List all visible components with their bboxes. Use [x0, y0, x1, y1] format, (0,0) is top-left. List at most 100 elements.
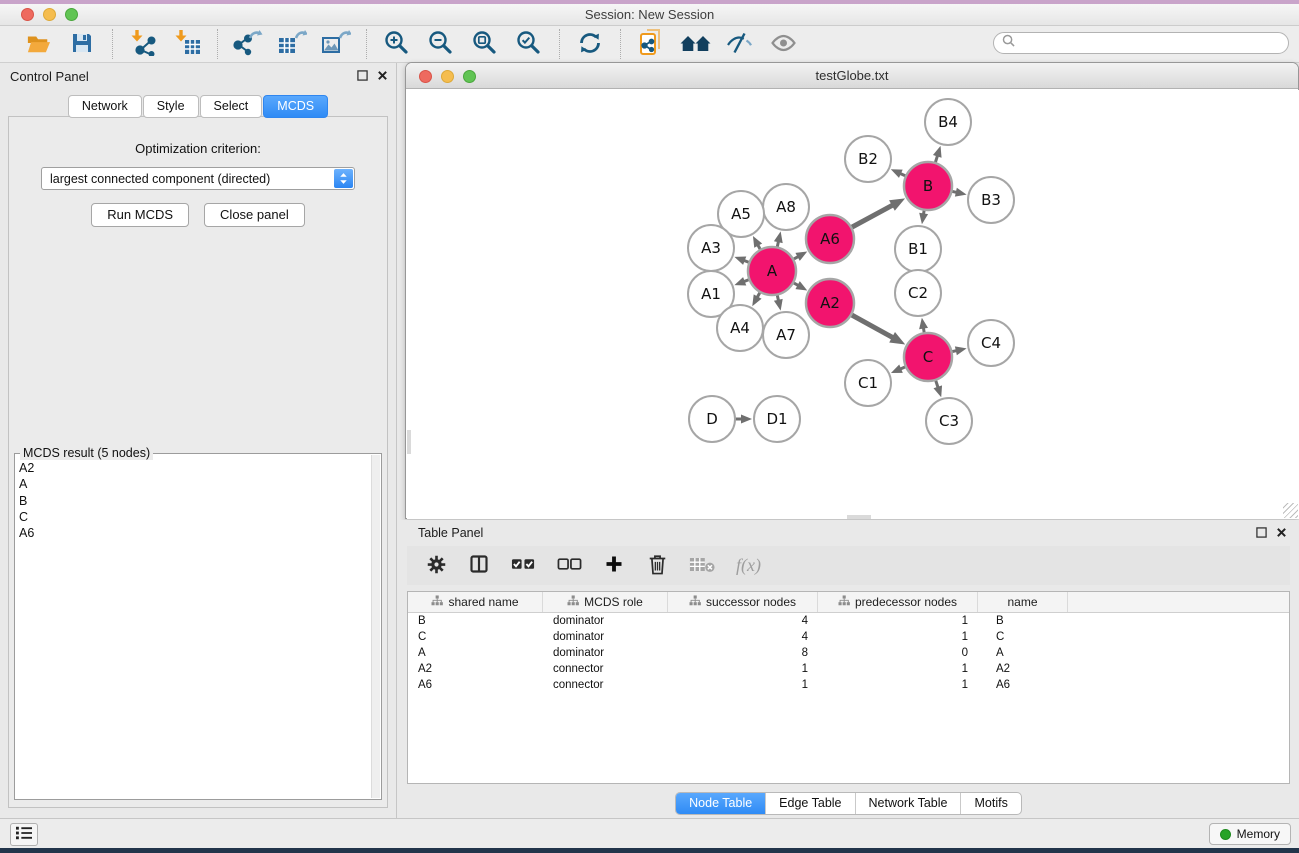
column-header-successor-nodes[interactable]: successor nodes — [668, 592, 818, 612]
network-canvas[interactable]: B4B2BB3A8A5A6B1A3AC2A1A2A4A7C4CC1C3DD1 — [407, 90, 1299, 519]
column-header-predecessor-nodes[interactable]: predecessor nodes — [818, 592, 978, 612]
refresh-button[interactable] — [573, 29, 607, 59]
mcds-result-item[interactable]: A — [19, 476, 370, 492]
graph-node-C1[interactable]: C1 — [845, 360, 891, 406]
table-row[interactable]: Adominator80A — [408, 645, 1289, 661]
graph-node-A[interactable]: A — [748, 247, 796, 295]
graph-node-A2[interactable]: A2 — [806, 279, 854, 327]
network-window-titlebar[interactable]: testGlobe.txt — [406, 63, 1298, 89]
zoom-in-button[interactable] — [380, 29, 414, 59]
float-table-panel-icon[interactable] — [1256, 525, 1267, 543]
table-cell: 4 — [668, 613, 818, 629]
search-input[interactable] — [993, 32, 1289, 54]
session-network-doc-button[interactable] — [634, 29, 668, 59]
graph-node-C3[interactable]: C3 — [926, 398, 972, 444]
zoom-fit-button[interactable] — [468, 29, 502, 59]
float-panel-icon[interactable] — [357, 68, 368, 86]
tab-network-table[interactable]: Network Table — [855, 793, 961, 814]
graph-node-B4[interactable]: B4 — [925, 99, 971, 145]
select-all-check-button[interactable] — [511, 553, 536, 579]
optimization-criterion-dropdown[interactable]: largest connected component (directed) — [41, 167, 355, 190]
desktop-strip-bottom — [0, 848, 1299, 853]
graph-node-B2[interactable]: B2 — [845, 136, 891, 182]
graph-node-A4[interactable]: A4 — [717, 305, 763, 351]
table-cell: A2 — [978, 661, 1068, 677]
run-mcds-button[interactable]: Run MCDS — [91, 203, 189, 227]
column-header-shared-name[interactable]: shared name — [408, 592, 543, 612]
graph-node-A6[interactable]: A6 — [806, 215, 854, 263]
table-cell: A — [408, 645, 543, 661]
table-cell: C — [408, 629, 543, 645]
graph-node-D1[interactable]: D1 — [754, 396, 800, 442]
table-row[interactable]: Cdominator41C — [408, 629, 1289, 645]
export-image-button[interactable] — [319, 29, 353, 59]
column-header-label: successor nodes — [706, 595, 796, 609]
tab-select[interactable]: Select — [200, 95, 263, 118]
graph-node-label: C4 — [981, 334, 1001, 352]
memory-button[interactable]: Memory — [1209, 823, 1291, 845]
window-resize-grip[interactable] — [1283, 503, 1298, 518]
graph-node-C4[interactable]: C4 — [968, 320, 1014, 366]
column-header-MCDS-role[interactable]: MCDS role — [543, 592, 668, 612]
function-builder-button: f(x) — [736, 553, 761, 579]
open-folder-button[interactable] — [21, 29, 55, 59]
eye-button[interactable] — [766, 29, 800, 59]
result-scrollbar[interactable] — [371, 455, 380, 798]
list-icon — [15, 825, 33, 844]
arrowhead-icon — [919, 213, 928, 225]
close-panel-icon[interactable] — [377, 68, 388, 86]
network-window-title: testGlobe.txt — [406, 68, 1298, 83]
mcds-result-title: MCDS result (5 nodes) — [20, 446, 153, 460]
mcds-result-item[interactable]: B — [19, 493, 370, 509]
show-panels-button[interactable] — [10, 823, 38, 846]
mcds-result-item[interactable]: A6 — [19, 525, 370, 541]
table-row[interactable]: Bdominator41B — [408, 613, 1289, 629]
close-panel-button[interactable]: Close panel — [204, 203, 305, 227]
graph-node-A3[interactable]: A3 — [688, 225, 734, 271]
graph-node-label: A4 — [730, 319, 750, 337]
table-cell: A — [978, 645, 1068, 661]
table-cell: connector — [543, 661, 668, 677]
mcds-result-item[interactable]: C — [19, 509, 370, 525]
export-table-button[interactable] — [275, 29, 309, 59]
graph-node-B1[interactable]: B1 — [895, 226, 941, 272]
add-row-icon — [604, 554, 624, 577]
table-cell: dominator — [543, 629, 668, 645]
export-network-button[interactable] — [231, 29, 265, 59]
eye-slash-button[interactable] — [722, 29, 756, 59]
graph-node-B[interactable]: B — [904, 162, 952, 210]
home-pair-button[interactable] — [678, 29, 712, 59]
delete-row-button[interactable] — [646, 553, 668, 579]
graph-node-B3[interactable]: B3 — [968, 177, 1014, 223]
tab-motifs[interactable]: Motifs — [960, 793, 1020, 814]
close-table-panel-icon[interactable] — [1276, 525, 1287, 543]
table-row[interactable]: A6connector11A6 — [408, 677, 1289, 693]
graph-node-C2[interactable]: C2 — [895, 270, 941, 316]
tab-node-table[interactable]: Node Table — [676, 793, 765, 814]
import-table-button[interactable] — [170, 29, 204, 59]
save-button[interactable] — [65, 29, 99, 59]
import-network-button[interactable] — [126, 29, 160, 59]
gear-button[interactable] — [425, 553, 447, 579]
unselect-all-check-button[interactable] — [557, 553, 582, 579]
tab-network[interactable]: Network — [68, 95, 142, 118]
column-header-name[interactable]: name — [978, 592, 1068, 612]
table-cell: dominator — [543, 613, 668, 629]
mcds-result-item[interactable]: A2 — [19, 460, 370, 476]
table-cell: 1 — [668, 677, 818, 693]
open-folder-icon — [25, 31, 52, 58]
graph-node-A8[interactable]: A8 — [763, 184, 809, 230]
add-row-button[interactable] — [603, 553, 625, 579]
graph-node-D[interactable]: D — [689, 396, 735, 442]
graph-node-C[interactable]: C — [904, 333, 952, 381]
dropdown-selected-value: largest connected component (directed) — [42, 172, 270, 186]
zoom-out-button[interactable] — [424, 29, 458, 59]
graph-node-A7[interactable]: A7 — [763, 312, 809, 358]
tab-mcds[interactable]: MCDS — [263, 95, 328, 118]
zoom-selected-button[interactable] — [512, 29, 546, 59]
column-selector-button[interactable] — [468, 553, 490, 579]
tab-style[interactable]: Style — [143, 95, 199, 118]
tab-edge-table[interactable]: Edge Table — [765, 793, 854, 814]
function-builder-icon: f(x) — [736, 555, 761, 576]
table-row[interactable]: A2connector11A2 — [408, 661, 1289, 677]
